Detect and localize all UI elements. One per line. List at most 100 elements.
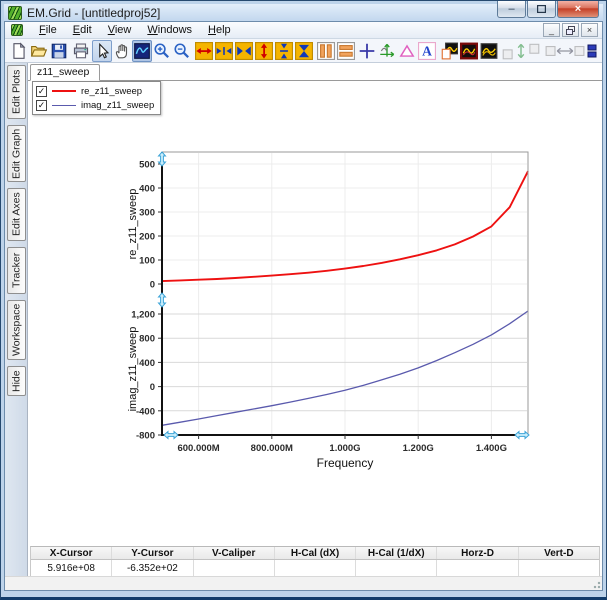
split-vertical-button[interactable] <box>316 40 336 62</box>
svg-text:100: 100 <box>139 256 155 267</box>
axis-handle-icon <box>163 430 179 440</box>
legend-line-sample-imag <box>52 104 76 106</box>
value-horz-d <box>437 560 519 576</box>
value-hcal-1dx <box>356 560 438 576</box>
h-expand-button[interactable] <box>194 40 214 62</box>
legend-line-sample-re <box>52 90 76 92</box>
sidebar-item-tracker[interactable]: Tracker <box>6 247 26 294</box>
close-button[interactable]: × <box>557 1 599 18</box>
print-icon <box>73 42 88 58</box>
zoom-in-button[interactable] <box>152 40 172 62</box>
sidebar-item-edit-graph[interactable]: Edit Graph <box>6 125 26 182</box>
mdi-restore-button[interactable] <box>562 23 579 37</box>
svg-text:1.200G: 1.200G <box>403 443 434 454</box>
h-fit-icon <box>234 41 253 60</box>
crosshair-button[interactable] <box>357 40 377 62</box>
plot-tab-bar: z11_sweep <box>28 63 602 81</box>
v-distribute-icon <box>503 43 540 59</box>
v-fit-button[interactable] <box>294 40 314 62</box>
legend: re_z11_sweep imag_z11_sweep <box>32 81 162 115</box>
caliper-triangle-button[interactable] <box>397 40 417 62</box>
value-vert-d <box>519 560 599 576</box>
toolbar-handle[interactable] <box>586 40 598 62</box>
h-fit-button[interactable] <box>234 40 254 62</box>
chart-canvas[interactable]: 0100200300400500re_z11_sweep-800-4000400… <box>28 81 606 549</box>
h-expand-icon <box>194 41 213 60</box>
plot-area[interactable]: re_z11_sweep imag_z11_sweep 0 100 200 300 40… <box>28 81 602 546</box>
v-expand-button[interactable] <box>254 40 274 62</box>
menu-view[interactable]: View <box>100 23 140 37</box>
menu-edit[interactable]: Edit <box>65 23 100 37</box>
plot-style-dark-icon <box>480 42 498 59</box>
axis-handle-icon <box>157 292 167 308</box>
zoom-out-icon <box>174 42 190 58</box>
svg-text:0: 0 <box>150 382 155 393</box>
cursor-readout-table: X-Cursor Y-Cursor V-Caliper H-Cal (dX) H… <box>30 546 600 576</box>
select-cursor-button[interactable] <box>92 39 113 62</box>
print-button[interactable] <box>71 40 91 62</box>
minimize-button[interactable]: – <box>497 1 526 18</box>
pan-hand-button[interactable] <box>112 40 132 62</box>
svg-text:0: 0 <box>150 280 155 291</box>
menu-bar: File Edit View Windows Help _ × <box>5 22 602 39</box>
svg-text:800: 800 <box>139 334 155 345</box>
h-compress-button[interactable] <box>214 40 234 62</box>
app-window: EM.Grid - [untitledproj52] – × File Edit… <box>0 0 607 600</box>
caliper-triangle-icon <box>399 44 415 57</box>
sidebar-item-edit-axes[interactable]: Edit Axes <box>6 188 26 241</box>
plot-style-red-icon <box>459 42 478 59</box>
svg-text:1.400G: 1.400G <box>476 443 507 454</box>
legend-checkbox-re[interactable] <box>36 85 47 97</box>
text-annotation-icon: A <box>418 41 437 60</box>
legend-checkbox-imag[interactable] <box>36 99 47 111</box>
crosshair-icon <box>359 43 375 58</box>
copy-plot-button[interactable] <box>439 40 459 62</box>
plot-style-dark-button[interactable] <box>479 40 499 62</box>
value-x-cursor: 5.916e+08 <box>31 560 113 576</box>
split-horizontal-icon <box>336 41 355 60</box>
menu-help[interactable]: Help <box>200 23 239 37</box>
v-compress-button[interactable] <box>274 40 294 62</box>
sidebar-item-hide[interactable]: Hide <box>6 366 26 396</box>
pan-hand-icon <box>116 43 128 58</box>
resize-grip[interactable] <box>591 579 601 589</box>
plot-mode-icon <box>134 42 151 59</box>
zoom-out-button[interactable] <box>172 40 192 62</box>
sidebar-item-edit-plots[interactable]: Edit Plots <box>6 65 26 119</box>
title-bar[interactable]: EM.Grid - [untitledproj52] – × <box>4 1 603 21</box>
app-logo-icon <box>8 5 22 20</box>
axes-button[interactable] <box>377 40 397 62</box>
tab-z11-sweep[interactable]: z11_sweep <box>30 64 101 81</box>
legend-label-re: re_z11_sweep <box>81 85 143 97</box>
svg-text:500: 500 <box>139 160 155 171</box>
sidebar-item-workspace[interactable]: Workspace <box>6 300 26 360</box>
h-distribute-button <box>544 40 586 62</box>
new-file-button[interactable] <box>9 40 29 62</box>
value-hcal-dx <box>275 560 357 576</box>
menu-file[interactable]: File <box>31 23 65 37</box>
v-distribute-button <box>500 40 542 62</box>
document-logo-icon[interactable] <box>11 24 23 36</box>
v-compress-icon <box>274 41 293 60</box>
svg-text:-800: -800 <box>136 431 155 442</box>
plot-mode-button[interactable] <box>132 39 153 62</box>
side-tab-strip: Edit Plots Edit Graph Edit Axes Tracker … <box>5 63 27 576</box>
svg-text:400: 400 <box>139 184 155 195</box>
new-file-icon <box>13 41 26 59</box>
mdi-close-button[interactable]: × <box>581 23 598 37</box>
plot-style-red-button[interactable] <box>459 40 479 62</box>
mdi-minimize-button[interactable]: _ <box>543 23 560 37</box>
axis-handle-icon <box>157 151 167 167</box>
v-fit-icon <box>294 41 313 60</box>
maximize-button[interactable] <box>527 1 556 18</box>
split-horizontal-button[interactable] <box>336 40 356 62</box>
svg-text:200: 200 <box>139 232 155 243</box>
open-file-button[interactable] <box>29 40 49 62</box>
legend-label-imag: imag_z11_sweep <box>81 99 155 111</box>
text-annotation-button[interactable]: A <box>417 40 437 62</box>
save-button[interactable] <box>49 40 69 62</box>
menu-windows[interactable]: Windows <box>139 23 200 37</box>
split-vertical-icon <box>316 41 335 60</box>
svg-text:300: 300 <box>139 208 155 219</box>
open-file-icon <box>30 45 48 57</box>
